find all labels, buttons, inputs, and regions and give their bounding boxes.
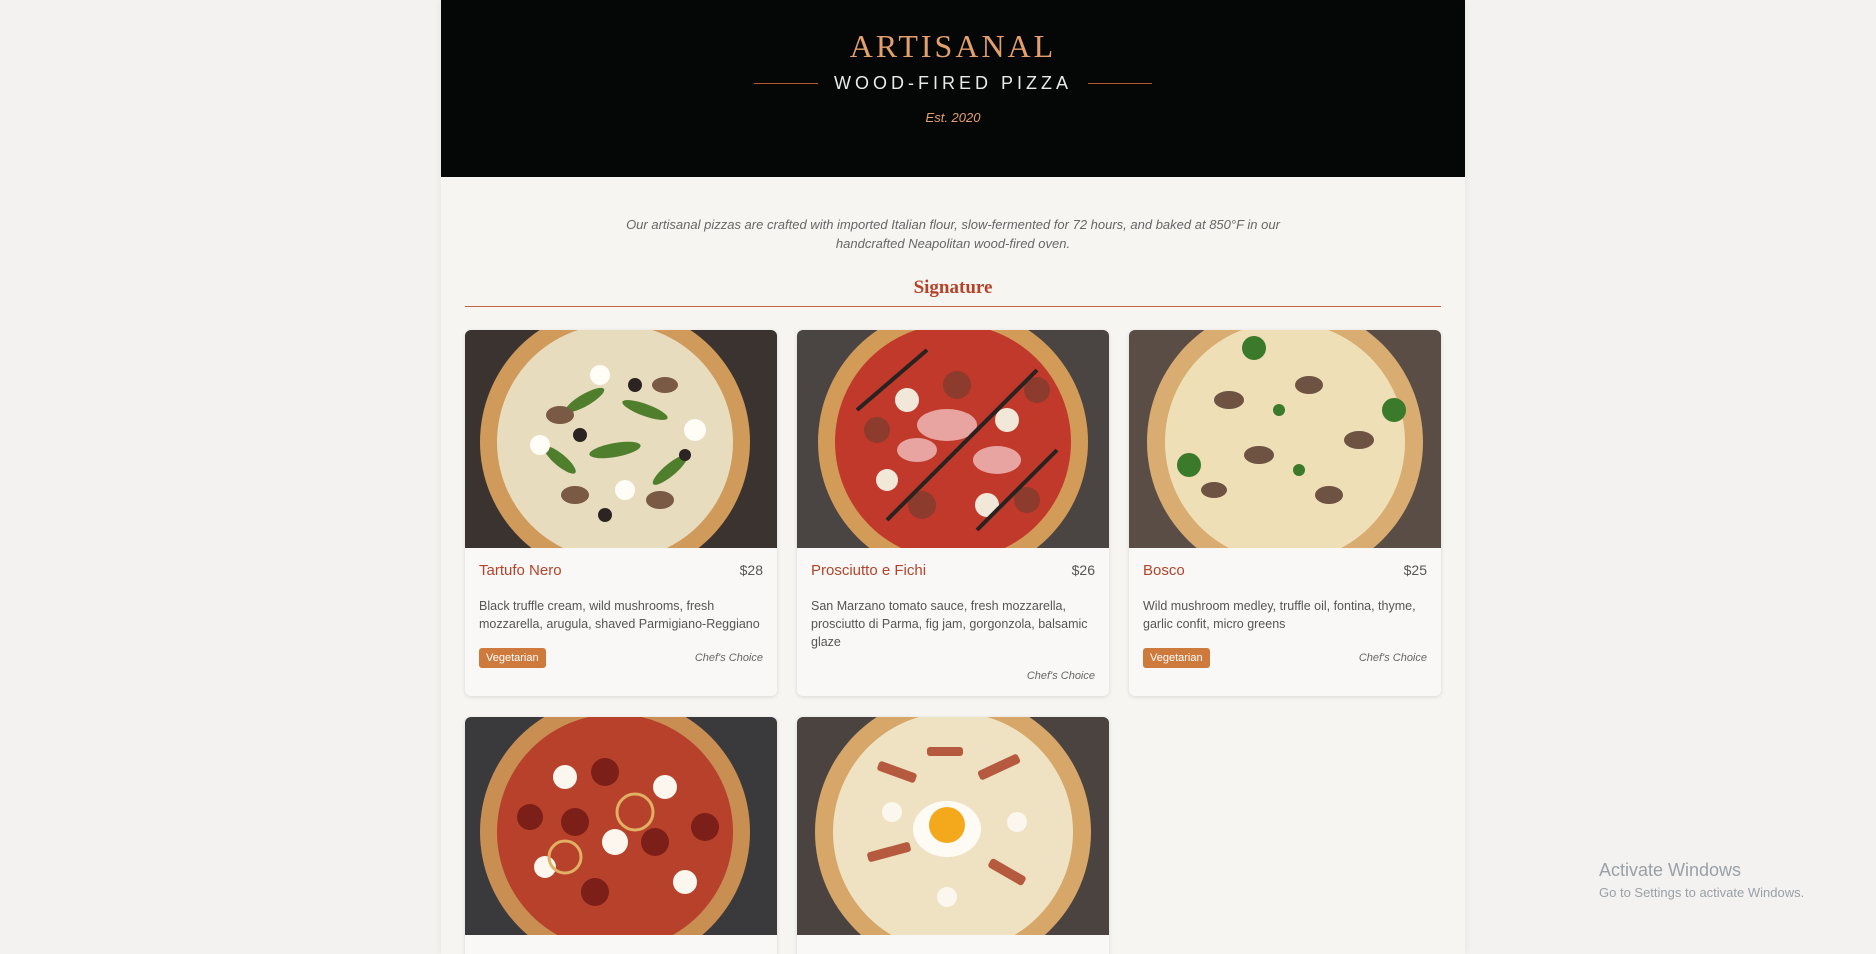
chefs-choice-tag: Chef's Choice: [1026, 670, 1095, 682]
pizza-image: [797, 717, 1109, 935]
chefs-choice-tag: Chef's Choice: [1358, 652, 1427, 664]
pizza-name: Bosco: [1143, 562, 1185, 579]
menu-page: ARTISANAL WOOD-FIRED PIZZA Est. 2020 Our…: [441, 0, 1465, 954]
hero-header: ARTISANAL WOOD-FIRED PIZZA Est. 2020: [441, 0, 1465, 177]
pizza-card[interactable]: Prosciutto e Fichi $26 San Marzano tomat…: [797, 330, 1109, 696]
pizza-price: $26: [1071, 562, 1095, 578]
brand-subtitle: WOOD-FIRED PIZZA: [834, 73, 1072, 93]
pizza-description: San Marzano tomato sauce, fresh mozzarel…: [811, 599, 1088, 649]
pizza-price: $25: [1403, 562, 1427, 578]
pizza-card[interactable]: Bosco $25 Wild mushroom medley, truffle …: [1129, 330, 1441, 696]
vegetarian-badge: Vegetarian: [1143, 648, 1210, 668]
watermark-subtitle: Go to Settings to activate Windows.: [1599, 885, 1805, 900]
brand-title: ARTISANAL: [849, 28, 1057, 64]
pizza-description: Black truffle cream, wild mushrooms, fre…: [479, 599, 760, 631]
vegetarian-badge: Vegetarian: [479, 648, 546, 668]
subtitle-row: WOOD-FIRED PIZZA: [441, 73, 1465, 94]
intro-text: Our artisanal pizzas are crafted with im…: [626, 217, 1280, 251]
pizza-description: Wild mushroom medley, truffle oil, fonti…: [1143, 599, 1416, 631]
divider-right: [1088, 83, 1152, 84]
pizza-name: Prosciutto e Fichi: [811, 562, 927, 579]
pizza-image: [797, 330, 1109, 548]
pizza-card[interactable]: Tartufo Nero $28 Black truffle cream, wi…: [465, 330, 777, 696]
watermark-title: Activate Windows: [1599, 860, 1742, 880]
chefs-choice-tag: Chef's Choice: [694, 652, 763, 664]
pizza-card[interactable]: [797, 717, 1109, 954]
pizza-card[interactable]: [465, 717, 777, 954]
pizza-price: $28: [739, 562, 763, 578]
pizza-name: Tartufo Nero: [479, 562, 562, 579]
divider-left: [754, 83, 818, 84]
pizza-image: [465, 717, 777, 935]
windows-activation-watermark: Activate Windows Go to Settings to activ…: [1599, 860, 1804, 900]
pizza-image: [465, 330, 777, 548]
established-text: Est. 2020: [925, 110, 981, 125]
section-title: Signature: [465, 277, 1441, 307]
pizza-image: [1129, 330, 1441, 548]
